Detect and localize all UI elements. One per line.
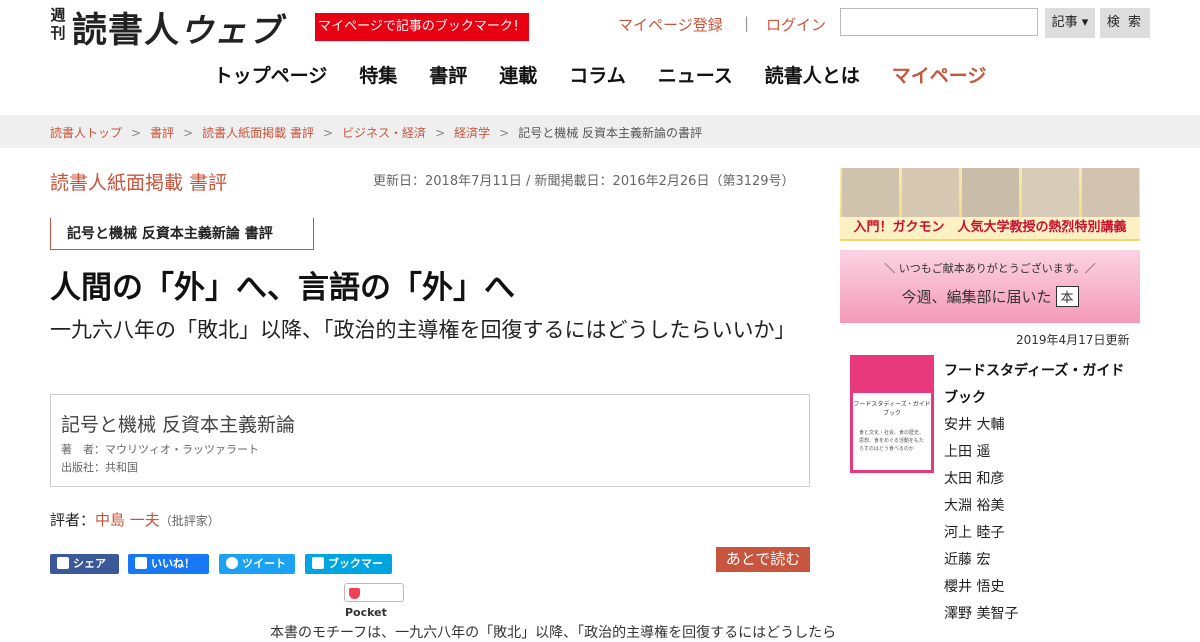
book-title: 記号と機械 反資本主義新論 <box>61 414 296 436</box>
nav-review[interactable]: 書評 <box>429 60 467 92</box>
nav-news[interactable]: ニュース <box>658 60 733 92</box>
search-button[interactable]: 検 索 <box>1100 8 1150 38</box>
article-body-first-line: 本書のモチーフは、一九六八年の「敗北」以降、「政治的主導権を回復するにはどうした… <box>270 625 837 641</box>
main-nav: トップページ 特集 書評 連載 コラム ニュース 読書人とは マイページ <box>0 60 1200 94</box>
sidebar-author[interactable]: 澤野 美智子 <box>944 603 1018 623</box>
logo-weekly-label: 週刊 <box>50 6 66 42</box>
tweet-label: ツイート <box>242 557 286 570</box>
breadcrumb-current: 記号と機械 反資本主義新論の書評 <box>518 126 703 140</box>
banner-photo <box>962 168 1019 220</box>
breadcrumb: 読書人トップ > 書評 > 読書人紙面掲載 書評 > ビジネス・経済 > 経済学 > 記号と機械 反… <box>50 124 702 141</box>
banner-photo <box>902 168 959 220</box>
pocket-icon <box>349 588 360 599</box>
pocket-button[interactable]: Pocket <box>344 583 404 619</box>
chevron-right-icon: > <box>322 126 334 140</box>
hatena-bookmark-button[interactable]: ブックマーク <box>305 554 392 590</box>
banner2-main-text: 今週、編集部に届いた <box>901 288 1052 306</box>
sidebar-updated-date: 2019年4月17日更新 <box>1016 333 1130 347</box>
breadcrumb-item[interactable]: 経済学 <box>454 126 490 140</box>
mypage-bookmark-promo[interactable]: マイページで記事のブックマーク！ <box>315 13 529 41</box>
sidebar-book-title[interactable]: フードスタディーズ・ガイドブック <box>944 358 1134 412</box>
banner-photo <box>1082 168 1139 220</box>
cover-panel: フードスタディーズ・ガイドブック 食と文化・社会、食の歴史、思想、食をめぐる活動… <box>853 393 931 470</box>
breadcrumb-item[interactable]: ビジネス・経済 <box>342 126 426 140</box>
book-publisher: 出版社：共和国 <box>61 461 138 474</box>
facebook-share-label: シェア <box>73 557 106 570</box>
reviewer-name[interactable]: 中島 一夫 <box>95 511 160 529</box>
banner2-main: 今週、編集部に届いた本 <box>840 286 1140 307</box>
chevron-right-icon: > <box>131 126 142 140</box>
article-subhead: 一九六八年の「敗北」以降、「政治的主導権を回復するにはどうしたらいいか」 <box>50 318 796 342</box>
sidebar-author[interactable]: 近藤 宏 <box>944 549 990 569</box>
chevron-right-icon: > <box>183 126 194 140</box>
site-logo[interactable]: 読書人ウェブ <box>72 2 282 53</box>
book-tag-accent <box>50 218 51 250</box>
nav-top[interactable]: トップページ <box>214 60 328 92</box>
twitter-icon <box>226 557 238 569</box>
banner-photo <box>842 168 899 220</box>
nav-column[interactable]: コラム <box>569 60 625 92</box>
reviewer-role: （批評家） <box>159 514 220 528</box>
received-books-banner[interactable]: ＼ いつもご献本ありがとうございます。／ 今週、編集部に届いた本 <box>840 250 1140 323</box>
login-link[interactable]: ログイン <box>766 14 826 35</box>
article-headline: 人間の「外」へ、言語の「外」へ <box>50 270 515 306</box>
nav-feature[interactable]: 特集 <box>359 60 397 92</box>
sidebar-author[interactable]: 大淵 裕美 <box>944 495 1004 515</box>
book-cover-image[interactable]: フードスタディーズ・ガイドブック 食と文化・社会、食の歴史、思想、食をめぐる活動… <box>850 355 934 473</box>
book-author: 著 者：マウリツィオ・ラッツァラート <box>61 443 259 456</box>
nav-about[interactable]: 読書人とは <box>765 60 860 92</box>
thumbs-up-icon <box>135 557 147 569</box>
breadcrumb-item[interactable]: 読書人紙面掲載 書評 <box>202 126 314 140</box>
banner2-top-text: ＼ いつもご献本ありがとうございます。／ <box>884 262 1096 275</box>
mypage-register-link[interactable]: マイページ登録 <box>618 14 723 35</box>
sidebar-author[interactable]: 安井 大輔 <box>944 414 1004 434</box>
article-dates: 更新日：2018年7月11日 / 新聞掲載日：2016年2月26日（第3129号… <box>373 174 795 189</box>
cover-blurb: 食と文化・社会、食の歴史、思想、食をめぐる活動をもたらすのはどう食べるのか <box>859 430 925 452</box>
section-title[interactable]: 読書人紙面掲載 書評 <box>50 168 227 195</box>
hatena-icon <box>312 557 324 569</box>
sidebar-author[interactable]: 上田 遥 <box>944 441 990 461</box>
sidebar-author[interactable]: 河上 睦子 <box>944 522 1004 542</box>
read-later-button[interactable]: あとで読む <box>716 547 810 572</box>
nav-mypage[interactable]: マイページ <box>892 60 987 92</box>
search-scope-select[interactable]: 記事 ▾ <box>1045 8 1095 38</box>
gakumon-banner[interactable]: 入門！ガクモン 人気大学教授の熱烈特別講義 <box>840 168 1140 241</box>
sidebar-author[interactable]: 太田 和彦 <box>944 468 1004 488</box>
reviewer: 評者：中島 一夫（批評家） <box>50 509 220 530</box>
pocket-label: Pocket <box>345 606 387 619</box>
reviewer-label: 評者： <box>50 511 96 529</box>
facebook-share-button[interactable]: シェア <box>50 554 119 574</box>
banner-photo <box>1022 168 1079 220</box>
breadcrumb-item[interactable]: 読書人トップ <box>50 126 122 140</box>
like-label: いいね！ <box>151 557 195 570</box>
nav-series[interactable]: 連載 <box>499 60 537 92</box>
chevron-right-icon: > <box>499 126 510 140</box>
header-separator: | <box>744 14 750 32</box>
facebook-icon <box>57 557 69 569</box>
logo-text: 読書人 <box>72 10 181 51</box>
sidebar-author[interactable]: 櫻井 悟史 <box>944 576 1004 596</box>
logo-web-text: ウェブ <box>180 11 283 50</box>
twitter-tweet-button[interactable]: ツイート <box>219 554 295 574</box>
book-tag: 記号と機械 反資本主義新論 書評 <box>50 218 314 250</box>
book-box-label: 本 <box>1055 286 1079 307</box>
banner-text: 入門！ガクモン 人気大学教授の熱烈特別講義 <box>840 217 1140 239</box>
cover-title: フードスタディーズ・ガイドブック <box>853 401 931 417</box>
banner-photos <box>840 168 1140 220</box>
search-input[interactable] <box>840 8 1038 36</box>
breadcrumb-item[interactable]: 書評 <box>150 126 174 140</box>
chevron-right-icon: > <box>435 126 446 140</box>
facebook-like-button[interactable]: いいね！ <box>128 554 209 574</box>
